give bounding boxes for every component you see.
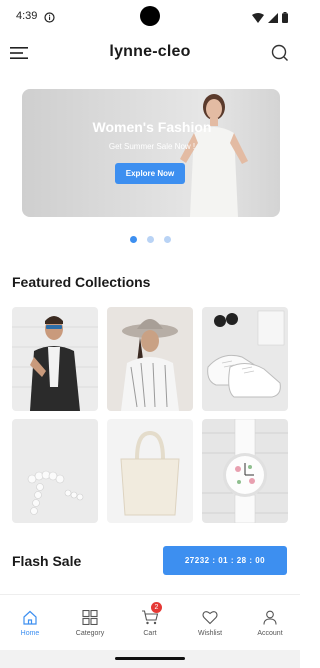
flash-sale-countdown: 27232 : 01 : 28 : 00 (163, 546, 287, 575)
info-icon (44, 10, 55, 28)
nav-cart[interactable]: 2 Cart (120, 595, 180, 650)
model-photo (180, 94, 248, 217)
gesture-bar (0, 650, 300, 668)
nav-category-label: Category (75, 630, 105, 637)
carousel-dot-2[interactable] (146, 236, 154, 243)
collection-tile-bags[interactable] (107, 419, 193, 523)
status-time: 4:39 (16, 10, 38, 22)
woman-in-hat-photo (107, 307, 193, 411)
nav-category[interactable]: Category (60, 595, 120, 650)
banner-title: Women's Fashion (92, 119, 212, 135)
bottom-navigation: Home Category 2 Cart Wishlist Account (0, 594, 300, 650)
carousel-indicator (0, 236, 300, 243)
carousel-dot-1[interactable] (129, 236, 137, 243)
collection-tile-shoes[interactable] (202, 307, 288, 411)
user-icon (263, 610, 277, 625)
heart-icon (202, 611, 218, 625)
home-gesture-handle[interactable] (115, 657, 185, 660)
banner-subtitle: Get Summer Sale Now ! (108, 142, 196, 151)
app-title: lynne-cleo (109, 43, 191, 60)
promo-banner[interactable]: Women's Fashion Get Summer Sale Now ! (22, 89, 280, 217)
nav-account[interactable]: Account (240, 595, 300, 650)
carousel-dot-3[interactable] (163, 236, 171, 243)
cart-count-badge: 2 (151, 602, 162, 613)
collection-tile-menswear[interactable] (12, 307, 98, 411)
nav-home[interactable]: Home (0, 595, 60, 650)
nav-cart-label: Cart (143, 630, 157, 637)
nav-wishlist[interactable]: Wishlist (180, 595, 240, 650)
collection-tile-womenswear[interactable] (107, 307, 193, 411)
featured-collections-title: Featured Collections (12, 274, 151, 290)
grid-icon (82, 610, 98, 625)
nav-wishlist-label: Wishlist (197, 630, 223, 637)
search-button[interactable] (270, 43, 290, 63)
explore-now-button[interactable]: Explore Now (115, 163, 185, 184)
status-bar: 4:39 (0, 0, 300, 34)
search-icon (271, 44, 288, 61)
nav-home-label: Home (20, 630, 40, 637)
man-in-blazer-photo (12, 307, 98, 411)
battery-icon (282, 10, 288, 28)
floral-watch-photo (202, 419, 288, 523)
camera-cutout (140, 6, 160, 26)
collection-tile-watches[interactable] (202, 419, 288, 523)
collection-tile-jewelry[interactable] (12, 419, 98, 523)
pearl-jewelry-photo (12, 419, 98, 523)
signal-icon (268, 10, 278, 28)
home-icon (23, 610, 37, 625)
canvas-tote-bag-photo (107, 419, 193, 523)
wifi-icon (252, 10, 264, 28)
status-icons (252, 10, 288, 28)
featured-collections-grid (12, 307, 288, 523)
flash-sale-title: Flash Sale (12, 553, 82, 569)
white-sneakers-photo (202, 307, 288, 411)
nav-account-label: Account (257, 630, 283, 637)
app-bar: lynne-cleo (0, 34, 300, 72)
